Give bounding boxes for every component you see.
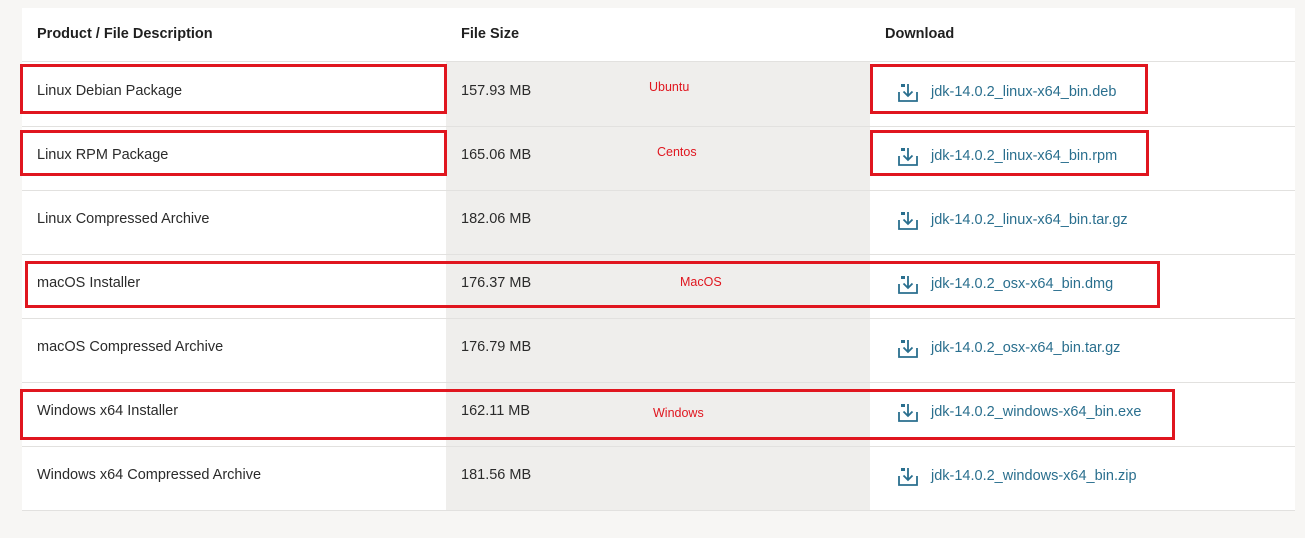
- row-file-size: 162.11 MB: [461, 403, 531, 419]
- row-file-size: 176.37 MB: [461, 275, 532, 291]
- row-file-size: 157.93 MB: [461, 83, 532, 99]
- table-row: Windows x64 Compressed Archive 181.56 MB…: [22, 446, 1295, 511]
- annotation-centos: Centos: [657, 145, 697, 159]
- row-file-size: 165.06 MB: [461, 147, 532, 163]
- download-icon: [898, 468, 918, 486]
- download-filename: jdk-14.0.2_linux-x64_bin.rpm: [931, 148, 1118, 164]
- download-icon: [898, 340, 918, 358]
- download-filename: jdk-14.0.2_linux-x64_bin.deb: [931, 84, 1117, 100]
- row-file-size: 181.56 MB: [461, 467, 532, 483]
- download-icon: [898, 84, 918, 102]
- annotation-ubuntu: Ubuntu: [649, 80, 690, 94]
- download-link[interactable]: jdk-14.0.2_osx-x64_bin.tar.gz: [897, 333, 1120, 363]
- header-description: Product / File Description: [37, 26, 213, 42]
- row-file-size: 182.06 MB: [461, 211, 532, 227]
- download-filename: jdk-14.0.2_osx-x64_bin.dmg: [931, 276, 1114, 292]
- table-row: Linux Compressed Archive 182.06 MB jdk-1…: [22, 190, 1295, 255]
- table-row: Linux Debian Package 157.93 MB jdk-14.0.…: [22, 62, 1295, 127]
- download-filename: jdk-14.0.2_osx-x64_bin.tar.gz: [931, 340, 1121, 356]
- download-link[interactable]: jdk-14.0.2_linux-x64_bin.tar.gz: [897, 205, 1128, 235]
- download-filename: jdk-14.0.2_windows-x64_bin.zip: [931, 468, 1137, 484]
- download-filename: jdk-14.0.2_windows-x64_bin.exe: [931, 404, 1142, 420]
- download-icon: [898, 212, 918, 230]
- download-icon: [898, 276, 918, 294]
- row-description: Linux RPM Package: [37, 147, 169, 163]
- row-description: Linux Compressed Archive: [37, 211, 210, 227]
- download-icon: [898, 404, 918, 422]
- row-description: Windows x64 Compressed Archive: [37, 467, 262, 483]
- download-link[interactable]: jdk-14.0.2_windows-x64_bin.exe: [897, 397, 1141, 427]
- table-row: macOS Compressed Archive 176.79 MB jdk-1…: [22, 318, 1295, 383]
- download-link[interactable]: jdk-14.0.2_linux-x64_bin.deb: [897, 77, 1116, 107]
- annotation-windows: Windows: [653, 406, 704, 420]
- header-file-size: File Size: [461, 26, 520, 42]
- header-download: Download: [885, 26, 955, 42]
- download-link[interactable]: jdk-14.0.2_windows-x64_bin.zip: [897, 461, 1137, 491]
- row-file-size: 176.79 MB: [461, 339, 532, 355]
- row-description: Linux Debian Package: [37, 83, 183, 99]
- row-description: macOS Installer: [37, 275, 141, 291]
- annotation-macos: MacOS: [680, 275, 722, 289]
- row-description: macOS Compressed Archive: [37, 339, 224, 355]
- table-header: Product / File Description File Size Dow…: [22, 8, 1295, 62]
- download-link[interactable]: jdk-14.0.2_osx-x64_bin.dmg: [897, 269, 1113, 299]
- download-filename: jdk-14.0.2_linux-x64_bin.tar.gz: [931, 212, 1128, 228]
- download-icon: [898, 148, 918, 166]
- row-description: Windows x64 Installer: [37, 403, 179, 419]
- download-link[interactable]: jdk-14.0.2_linux-x64_bin.rpm: [897, 141, 1117, 171]
- table-row: macOS Installer 176.37 MB jdk-14.0.2_osx…: [22, 254, 1295, 319]
